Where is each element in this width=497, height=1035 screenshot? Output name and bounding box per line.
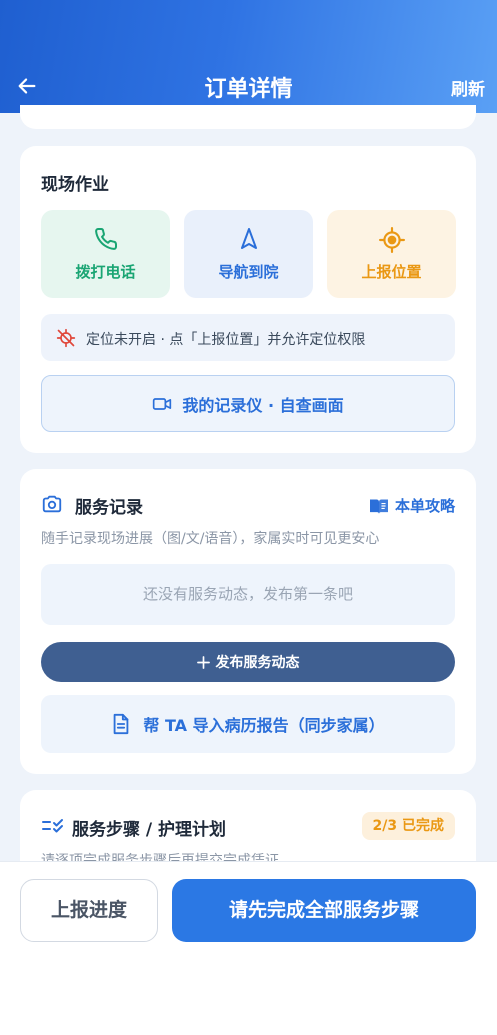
navigation-icon [240,228,257,249]
bottom-action-bar: 上报进度 请先完成全部服务步骤 [0,861,497,1035]
report-progress-button[interactable]: 上报进度 [20,879,158,942]
previous-card [20,105,476,129]
checklist-icon [42,819,63,833]
phone-icon [94,227,117,250]
plus-icon [196,655,210,669]
publish-update-button[interactable]: 发布服务动态 [41,642,455,682]
recorder-button[interactable]: 我的记录仪 · 自查画面 [41,375,455,432]
steps-progress-badge: 2/3 已完成 [361,812,455,840]
complete-steps-button[interactable]: 请先完成全部服务步骤 [172,879,476,942]
service-record-title: 服务记录 [75,498,143,518]
location-off-icon [56,328,76,348]
service-steps-title: 服务步骤 / 护理计划 [72,820,227,840]
page-title: 订单详情 [204,77,293,102]
book-open-icon [369,498,388,514]
site-work-title: 现场作业 [41,175,109,195]
import-report-label: 帮 TA 导入病历报告（同步家属） [143,716,385,735]
video-camera-icon [153,397,172,410]
guide-label: 本单攻略 [394,497,455,515]
call-label: 拨打电话 [75,263,136,281]
service-record-subtitle: 随手记录现场进展（图/文/语音），家属实时可见更安心 [41,531,380,547]
call-button[interactable]: 拨打电话 [41,210,170,298]
service-record-card: 服务记录 本单攻略 随手记录现场进展（图/文/语音），家属实时可见更安心 还没有… [20,469,476,774]
location-notice: 定位未开启 · 点「上报位置」并允许定位权限 [41,314,455,361]
guide-link[interactable]: 本单攻略 [369,495,455,516]
header-bar: 订单详情 刷新 [0,0,497,113]
empty-state: 还没有服务动态，发布第一条吧 [41,564,455,625]
publish-update-label: 发布服务动态 [215,655,300,671]
report-location-button[interactable]: 上报位置 [327,210,456,298]
navigate-label: 导航到院 [218,263,279,281]
import-report-button[interactable]: 帮 TA 导入病历报告（同步家属） [41,695,455,753]
recorder-label: 我的记录仪 · 自查画面 [182,395,344,415]
navigate-button[interactable]: 导航到院 [184,210,313,298]
locate-icon [378,227,405,253]
camera-icon [42,495,62,513]
site-work-card: 现场作业 拨打电话 导航到院 上报位置 定位未开启 · 点「上报位置」并允许定位… [20,146,476,453]
refresh-button[interactable]: 刷新 [451,75,485,100]
location-notice-text: 定位未开启 · 点「上报位置」并允许定位权限 [86,332,366,348]
document-icon [114,713,129,735]
report-location-label: 上报位置 [361,263,422,281]
